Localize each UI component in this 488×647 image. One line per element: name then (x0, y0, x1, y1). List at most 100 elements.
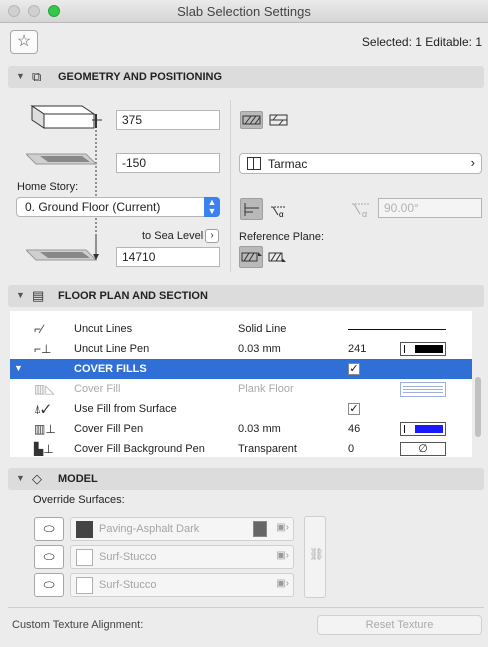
table-scrollbar[interactable] (474, 311, 482, 457)
table-row-selected[interactable]: ▼ COVER FILLS ✓ (10, 359, 472, 379)
image-chevron-icon: ▣› (276, 522, 289, 533)
edge-surface-button[interactable]: ⬭ (34, 545, 64, 569)
section-header-geometry[interactable]: ▼ ⧉ GEOMETRY AND POSITIONING (8, 66, 484, 88)
row-value: 0.03 mm (238, 343, 281, 355)
sea-level-chevron-button[interactable]: › (205, 229, 219, 243)
surface-swatch (76, 577, 93, 594)
top-surface-button[interactable]: ⬭ (34, 517, 64, 541)
cover-fill-pen-icon: ▥⊥ (34, 422, 56, 436)
row-value: 0.03 mm (238, 423, 281, 435)
row-name: Uncut Lines (74, 323, 133, 335)
material-value: Tarmac (268, 157, 308, 171)
top-surface-field[interactable]: Paving-Asphalt Dark ▣› (70, 517, 294, 541)
reference-plane-bottom-button[interactable] (266, 246, 288, 268)
uncut-line-pen-icon: ⌐⊥ (34, 342, 52, 356)
svg-text:α: α (362, 209, 367, 219)
chevron-right-icon: › (210, 230, 214, 241)
slab-top-surface-icon: ⬭ (43, 521, 55, 536)
row-name: Cover Fill Pen (74, 423, 144, 435)
edge-surface-field[interactable]: Surf-Stucco ▣› (70, 545, 294, 569)
image-chevron-icon: ▣› (276, 550, 289, 561)
row-name: Uncut Line Pen (74, 343, 150, 355)
surface-override-row-edge: ⬭ Surf-Stucco ▣› (30, 545, 296, 569)
scrollbar-thumb[interactable] (475, 377, 481, 437)
surface-swatch (76, 521, 93, 538)
slope-angle-button[interactable]: α (267, 198, 290, 220)
surface-override-row-bottom: ⬭ Surf-Stucco ▣› (30, 573, 296, 597)
window-title: Slab Selection Settings (177, 4, 311, 19)
surface-name: Surf-Stucco (99, 551, 157, 563)
table-row[interactable]: ⍋✓ Use Fill from Surface ✓ (10, 399, 472, 419)
disclosure-down-icon: ▼ (16, 473, 25, 483)
surface-name: Paving-Asphalt Dark (99, 523, 200, 535)
slope-flat-button[interactable] (240, 198, 263, 220)
cover-fills-checkbox[interactable]: ✓ (348, 363, 360, 375)
pen-number: 0 (348, 443, 355, 455)
geometry-icon: ⧉ (32, 69, 42, 84)
sea-level-field[interactable] (116, 247, 220, 267)
chevron-right-icon: › (470, 155, 475, 170)
surface-name: Surf-Stucco (99, 579, 157, 591)
section-title: FLOOR PLAN AND SECTION (58, 290, 208, 302)
bottom-surface-field[interactable]: Surf-Stucco ▣› (70, 573, 294, 597)
empty-set-icon: ∅ (418, 443, 428, 455)
section-header-model[interactable]: ▼ ◇ MODEL (8, 468, 484, 490)
table-row[interactable]: ▥⊥ Cover Fill Pen 0.03 mm 46 (10, 419, 472, 439)
use-fill-from-surface-checkbox[interactable]: ✓ (348, 403, 360, 415)
solid-line-preview (348, 329, 446, 330)
bottom-surface-button[interactable]: ⬭ (34, 573, 64, 597)
fill-pattern-preview (400, 382, 446, 397)
empty-pen-swatch[interactable]: ∅ (400, 442, 446, 456)
pen-color-swatch[interactable] (400, 342, 446, 356)
building-material-select[interactable]: Tarmac › (239, 153, 482, 174)
reset-texture-button[interactable]: Reset Texture (317, 615, 482, 635)
table-row[interactable]: ▙⊥ Cover Fill Background Pen Transparent… (10, 439, 472, 457)
floor-plan-settings-table: ⌐∕ Uncut Lines Solid Line ⌐⊥ Uncut Line … (10, 311, 472, 457)
structure-composite-button[interactable] (267, 111, 290, 129)
cover-fill-icon: ▥◺ (34, 382, 55, 396)
slab-thickness-field[interactable] (116, 110, 220, 130)
selection-info: Selected: 1 Editable: 1 (361, 35, 482, 49)
custom-texture-alignment-label: Custom Texture Alignment: (12, 619, 144, 631)
hatch-basic-icon (242, 115, 261, 125)
table-row-clipped (10, 311, 472, 317)
reference-top-icon (241, 252, 262, 262)
table-row[interactable]: ⌐⊥ Uncut Line Pen 0.03 mm 241 (10, 339, 472, 359)
surface-override-row-top: ⬭ Paving-Asphalt Dark ▣› (30, 517, 296, 541)
home-story-value: 0. Ground Floor (Current) (25, 200, 161, 214)
reference-plane-top-button[interactable] (239, 246, 263, 268)
favorites-button[interactable]: ☆ (10, 30, 38, 54)
home-story-select[interactable]: 0. Ground Floor (Current) ▲ ▼ (16, 197, 220, 217)
row-value: Plank Floor (238, 383, 294, 395)
to-sea-level-label: to Sea Level (142, 230, 204, 242)
table-row[interactable]: ▥◺ Cover Fill Plank Floor (10, 379, 472, 399)
svg-text:α: α (279, 210, 284, 219)
row-name: Use Fill from Surface (74, 403, 177, 415)
section-title: MODEL (58, 473, 98, 485)
reference-plane-label: Reference Plane: (239, 231, 324, 243)
row-name: Cover Fill (74, 383, 121, 395)
pen-color-swatch[interactable] (400, 422, 446, 436)
stepper-arrows-icon: ▲ ▼ (204, 197, 220, 217)
chain-link-icon: ⛓ (309, 547, 325, 561)
table-row[interactable]: ⌐∕ Uncut Lines Solid Line (10, 319, 472, 339)
slab-offset-field[interactable] (116, 153, 220, 173)
disclosure-down-icon: ▼ (14, 363, 23, 373)
pen-number: 46 (348, 423, 361, 435)
model-icon: ◇ (32, 471, 42, 486)
image-chevron-icon: ▣› (276, 578, 289, 589)
angled-slope-icon: α (271, 206, 286, 219)
section-header-floor-plan[interactable]: ▼ ▤ FLOOR PLAN AND SECTION (8, 285, 484, 307)
section-title: GEOMETRY AND POSITIONING (58, 71, 222, 83)
link-surfaces-button[interactable]: ⛓ (304, 516, 326, 598)
flat-slope-icon (244, 203, 259, 216)
structure-basic-button[interactable] (240, 111, 263, 129)
pen-number: 241 (348, 343, 367, 355)
background-pen-icon: ▙⊥ (34, 442, 54, 456)
slab-bottom-surface-icon: ⬭ (43, 577, 55, 592)
footer-divider (8, 607, 484, 608)
hatch-composite-icon (269, 114, 288, 126)
override-surfaces-label: Override Surfaces: (33, 494, 125, 506)
row-value: Transparent (238, 443, 297, 455)
surface-swatch (76, 549, 93, 566)
